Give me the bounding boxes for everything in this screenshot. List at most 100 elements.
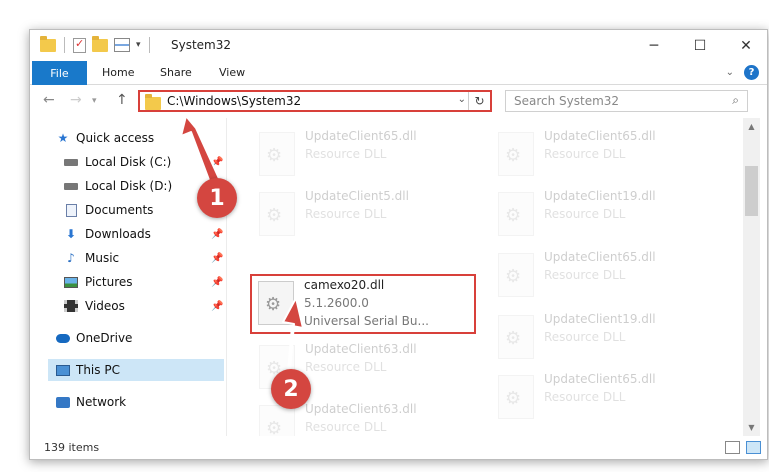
properties-icon[interactable] bbox=[73, 37, 86, 53]
file-name: UpdateClient19.dll bbox=[544, 189, 656, 203]
scroll-down-icon[interactable]: ▼ bbox=[743, 419, 760, 436]
file-name: UpdateClient19.dll bbox=[544, 312, 656, 326]
file-description: Resource DLL bbox=[544, 268, 626, 282]
scroll-up-icon[interactable]: ▲ bbox=[743, 118, 760, 135]
sidebar-item-label: Quick access bbox=[76, 131, 155, 145]
tab-file[interactable]: File bbox=[32, 61, 87, 85]
file-tile[interactable]: UpdateClient65.dll Resource DLL bbox=[492, 248, 722, 304]
recent-locations-icon[interactable]: ▾ bbox=[92, 96, 97, 106]
dll-file-icon bbox=[498, 315, 534, 359]
file-tile[interactable]: UpdateClient19.dll Resource DLL bbox=[492, 187, 722, 243]
search-icon[interactable]: ⌕ bbox=[732, 93, 739, 108]
help-icon[interactable]: ? bbox=[744, 65, 759, 80]
sidebar-item-label: Pictures bbox=[85, 275, 133, 289]
status-bar: 139 items bbox=[30, 436, 767, 459]
search-box[interactable]: Search System32 ⌕ bbox=[505, 90, 748, 112]
file-description: Resource DLL bbox=[305, 147, 387, 161]
sidebar-item-downloads[interactable]: ⬇ Downloads 📌 bbox=[30, 223, 226, 245]
music-icon: ♪ bbox=[67, 251, 75, 265]
sidebar-item-label: Documents bbox=[85, 203, 154, 217]
file-name: UpdateClient65.dll bbox=[544, 372, 656, 386]
vertical-scrollbar[interactable]: ▲ ▼ bbox=[743, 118, 760, 436]
title-bar: ▾ System32 ─ ☐ ✕ bbox=[30, 30, 767, 61]
folder-icon bbox=[40, 35, 56, 52]
file-description: Universal Serial Bu... bbox=[304, 314, 429, 328]
tab-view[interactable]: View bbox=[219, 66, 245, 79]
file-tile-camexo20[interactable]: camexo20.dll 5.1.2600.0 Universal Serial… bbox=[250, 274, 476, 334]
file-name: UpdateClient65.dll bbox=[544, 129, 656, 143]
pc-icon bbox=[56, 363, 70, 377]
tiles-view-icon[interactable] bbox=[746, 441, 761, 454]
sidebar-item-quick-access[interactable]: ★ Quick access bbox=[30, 127, 226, 149]
file-tile[interactable]: UpdateClient65.dll Resource DLL bbox=[253, 127, 483, 183]
file-tile[interactable]: UpdateClient65.dll Resource DLL bbox=[492, 370, 722, 426]
view-options-icon[interactable] bbox=[114, 38, 130, 52]
pin-icon: 📌 bbox=[211, 300, 224, 312]
tab-share[interactable]: Share bbox=[160, 66, 192, 79]
step-badge-1: 1 bbox=[197, 178, 237, 218]
sidebar-item-label: Local Disk (D:) bbox=[85, 179, 173, 193]
file-description: Resource DLL bbox=[305, 207, 387, 221]
sidebar-item-videos[interactable]: Videos 📌 bbox=[30, 295, 226, 317]
search-input[interactable]: Search System32 bbox=[514, 94, 619, 108]
download-icon: ⬇ bbox=[65, 227, 77, 241]
address-dropdown-icon[interactable]: ⌄ bbox=[458, 94, 466, 105]
file-description: Resource DLL bbox=[305, 360, 387, 374]
sidebar-item-label: Local Disk (C:) bbox=[85, 155, 172, 169]
address-path[interactable]: C:\Windows\System32 bbox=[167, 94, 301, 108]
file-name: camexo20.dll bbox=[304, 278, 385, 292]
file-description: Resource DLL bbox=[544, 207, 626, 221]
file-description: Resource DLL bbox=[544, 390, 626, 404]
sidebar-item-label: Network bbox=[76, 395, 127, 409]
refresh-icon[interactable]: ↻ bbox=[468, 92, 490, 110]
new-folder-icon[interactable] bbox=[92, 35, 108, 52]
sidebar-item-label: Downloads bbox=[85, 227, 151, 241]
sidebar-item-local-disk-c[interactable]: Local Disk (C:) 📌 bbox=[30, 151, 226, 173]
window-controls: ─ ☐ ✕ bbox=[631, 30, 767, 61]
videos-icon bbox=[64, 299, 78, 313]
file-description: Resource DLL bbox=[544, 330, 626, 344]
file-name: UpdateClient63.dll bbox=[305, 402, 417, 416]
file-description: Resource DLL bbox=[305, 420, 387, 434]
sidebar-item-network[interactable]: Network bbox=[30, 391, 226, 413]
address-folder-icon bbox=[145, 94, 161, 110]
step-badge-2: 2 bbox=[271, 369, 311, 409]
dll-file-icon bbox=[498, 132, 534, 176]
file-name: UpdateClient5.dll bbox=[305, 189, 409, 203]
dll-file-icon bbox=[259, 192, 295, 236]
dll-file-icon bbox=[498, 192, 534, 236]
pictures-icon bbox=[64, 275, 78, 289]
sidebar-item-label: Videos bbox=[85, 299, 125, 313]
dll-file-icon bbox=[259, 132, 295, 176]
pin-icon: 📌 bbox=[211, 276, 224, 288]
sidebar-item-pictures[interactable]: Pictures 📌 bbox=[30, 271, 226, 293]
disk-icon bbox=[64, 155, 78, 169]
forward-arrow-icon[interactable]: → bbox=[70, 92, 82, 108]
address-bar[interactable]: C:\Windows\System32 ⌄ ↻ bbox=[138, 90, 492, 112]
expand-ribbon-icon[interactable]: ⌄ bbox=[726, 67, 734, 78]
view-toggle bbox=[725, 441, 761, 454]
maximize-button[interactable]: ☐ bbox=[677, 30, 723, 61]
pin-icon: 📌 bbox=[211, 252, 224, 264]
sidebar-item-music[interactable]: ♪ Music 📌 bbox=[30, 247, 226, 269]
sidebar-item-label: Music bbox=[85, 251, 120, 265]
up-arrow-icon[interactable]: ↑ bbox=[116, 92, 128, 108]
file-tile[interactable]: UpdateClient5.dll Resource DLL bbox=[253, 187, 483, 243]
minimize-button[interactable]: ─ bbox=[631, 30, 677, 61]
toolbar-dropdown-icon[interactable]: ▾ bbox=[136, 40, 141, 50]
window-title: System32 bbox=[171, 38, 232, 52]
sidebar-item-this-pc[interactable]: This PC bbox=[48, 359, 224, 381]
pin-icon: 📌 bbox=[211, 228, 224, 240]
sidebar-item-onedrive[interactable]: OneDrive bbox=[30, 327, 226, 349]
back-arrow-icon[interactable]: ← bbox=[43, 92, 55, 108]
file-tile[interactable]: UpdateClient19.dll Resource DLL bbox=[492, 310, 722, 366]
file-tile[interactable]: UpdateClient65.dll Resource DLL bbox=[492, 127, 722, 183]
scroll-thumb[interactable] bbox=[745, 166, 758, 216]
toolbar-separator bbox=[64, 37, 65, 53]
dll-file-icon bbox=[259, 405, 295, 436]
close-button[interactable]: ✕ bbox=[723, 30, 767, 61]
dll-file-icon bbox=[498, 375, 534, 419]
tab-home[interactable]: Home bbox=[102, 66, 134, 79]
details-view-icon[interactable] bbox=[725, 441, 740, 454]
item-count: 139 items bbox=[44, 441, 100, 454]
